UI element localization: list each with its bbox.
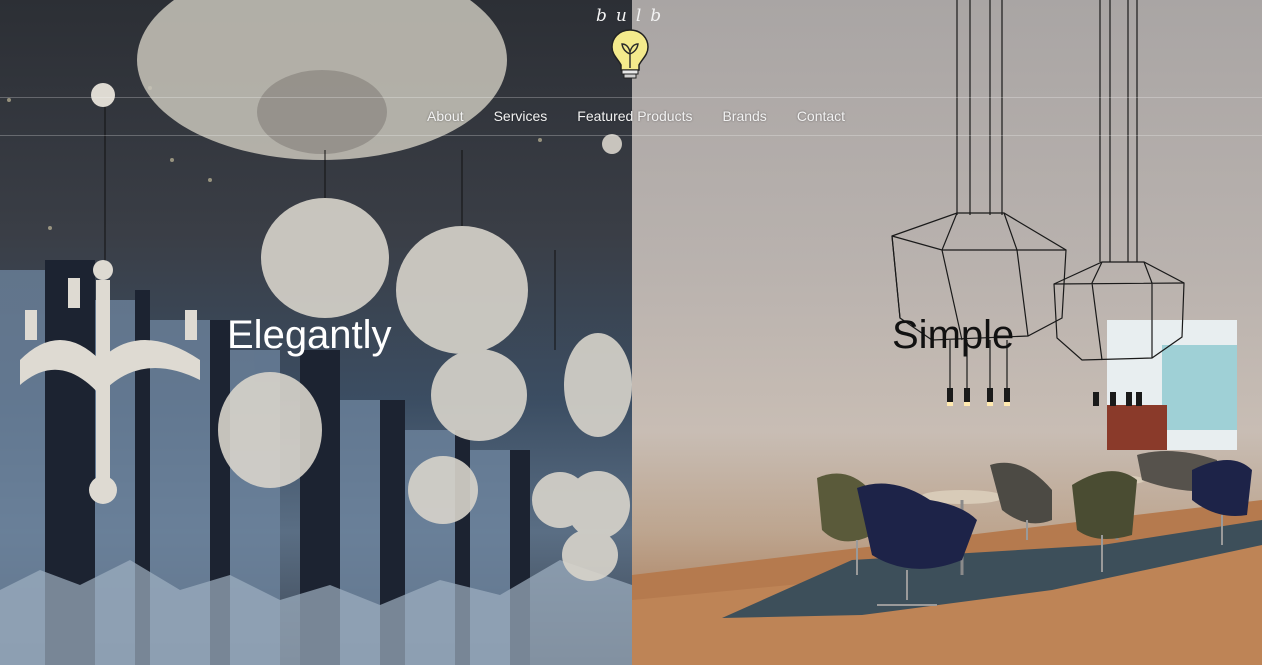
brand-logo[interactable]: bulb — [590, 6, 670, 80]
top-navigation-bar: About Services Featured Products Brands … — [0, 97, 1262, 136]
nav-link-brands[interactable]: Brands — [722, 98, 766, 135]
nav-link-featured-products[interactable]: Featured Products — [577, 98, 692, 135]
hero-headline-right: Simple — [892, 313, 1015, 357]
nav-link-services[interactable]: Services — [494, 98, 548, 135]
lightbulb-icon — [611, 29, 649, 79]
nav-link-about[interactable]: About — [427, 98, 464, 135]
nav-link-contact[interactable]: Contact — [797, 98, 845, 135]
main-nav: About Services Featured Products Brands … — [427, 98, 875, 135]
hero-headline-left: Elegantly — [227, 313, 392, 357]
brand-name: bulb — [596, 6, 671, 26]
